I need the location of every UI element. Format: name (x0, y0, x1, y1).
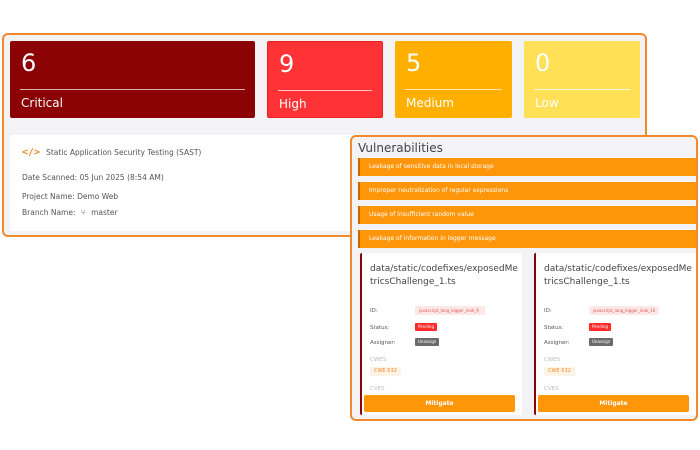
id-value: javascript_lang_logger_leak_9 (415, 306, 485, 315)
scan-title-row: </> Static Application Security Testing … (22, 147, 201, 158)
vulnerability-card: data/static/codefixes/exposedMetricsChal… (534, 253, 696, 415)
file-path: data/static/codefixes/exposedMetricsChal… (544, 264, 692, 287)
branch-row: Branch Name: ⑂ master (22, 208, 118, 217)
vulnerabilities-title: Vulnerabilities (358, 141, 443, 155)
vulnerability-card: data/static/codefixes/exposedMetricsChal… (360, 253, 522, 415)
critical-count-card[interactable]: 6 Critical (10, 41, 255, 118)
vulnerability-item[interactable]: Usage of insufficient random value (358, 206, 696, 224)
cwes-label: CWES (370, 357, 387, 363)
cwe-badge[interactable]: CWE-532 (370, 367, 401, 376)
status-label: Status: (544, 325, 564, 331)
project-name: Project Name: Demo Web (22, 192, 119, 201)
card-divider (20, 89, 245, 90)
low-label: Low (535, 96, 559, 110)
scan-title: Static Application Security Testing (SAS… (46, 148, 202, 157)
medium-count: 5 (406, 49, 422, 77)
high-count: 9 (279, 50, 295, 78)
card-divider (534, 89, 630, 90)
cves-label: CVES (370, 386, 385, 392)
critical-label: Critical (21, 96, 63, 110)
card-divider (405, 89, 502, 90)
assigner-badge[interactable]: Unassign (589, 338, 614, 346)
id-value: javascript_lang_logger_leak_10 (589, 306, 659, 315)
status-label: Status: (370, 325, 390, 331)
cwe-badge[interactable]: CWE-532 (544, 367, 575, 376)
vulnerability-item[interactable]: Leakage of sensitive data in local stora… (358, 158, 696, 176)
high-count-card[interactable]: 9 High (267, 41, 383, 118)
medium-count-card[interactable]: 5 Medium (395, 41, 512, 118)
assigner-label: Assigner: (544, 340, 570, 346)
cwes-label: CWES (544, 357, 561, 363)
mitigate-button[interactable]: Mitigate (364, 395, 515, 412)
low-count: 0 (535, 49, 551, 77)
cves-label: CVES (544, 386, 559, 392)
id-label: ID: (370, 308, 378, 314)
scan-info-box: </> Static Application Security Testing … (10, 135, 360, 231)
vulnerabilities-panel: Vulnerabilities Leakage of sensitive dat… (350, 135, 698, 421)
status-badge: Pending (589, 323, 611, 331)
code-icon: </> (22, 147, 41, 158)
critical-count: 6 (21, 49, 37, 77)
file-path: data/static/codefixes/exposedMetricsChal… (370, 264, 518, 287)
vulnerability-item[interactable]: Leakage of information in logger message (358, 230, 696, 248)
assigner-badge[interactable]: Unassign (415, 338, 440, 346)
high-label: High (279, 97, 307, 111)
assigner-label: Assigner: (370, 340, 396, 346)
id-label: ID: (544, 308, 552, 314)
branch-label: Branch Name: (22, 208, 76, 217)
status-badge: Pending (415, 323, 437, 331)
card-divider (278, 90, 372, 91)
scan-date: Date Scanned: 05 Jun 2025 (8:54 AM) (22, 173, 164, 182)
git-branch-icon: ⑂ (80, 208, 86, 217)
medium-label: Medium (406, 96, 454, 110)
vulnerability-item[interactable]: Improper neutralization of regular expre… (358, 182, 696, 200)
mitigate-button[interactable]: Mitigate (538, 395, 689, 412)
branch-value: master (91, 208, 118, 217)
low-count-card[interactable]: 0 Low (524, 41, 640, 118)
